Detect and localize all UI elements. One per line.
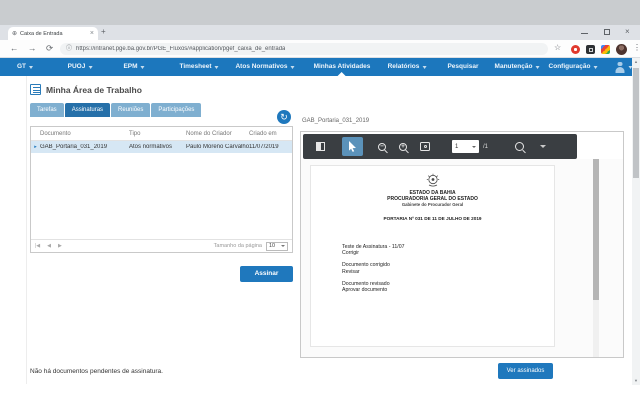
zoom-in-icon[interactable]: + bbox=[399, 142, 407, 151]
content-divider bbox=[26, 76, 27, 384]
nav-item-atos-normativos[interactable]: Atos Normativos bbox=[235, 58, 295, 76]
nav-item-gt[interactable]: GT bbox=[17, 58, 34, 76]
first-page-icon[interactable]: |◀ bbox=[35, 243, 40, 249]
window-close-button[interactable]: × bbox=[625, 28, 630, 36]
extension-color-icon[interactable] bbox=[601, 45, 610, 54]
chevron-down-icon bbox=[472, 145, 476, 148]
nav-item-user-menu[interactable] bbox=[614, 58, 633, 76]
previous-page-icon[interactable]: ◀ bbox=[47, 243, 51, 249]
nav-item-configuracao[interactable]: Configuração bbox=[549, 58, 598, 76]
browser-tab[interactable]: ⊕ Caixa de Entrada × bbox=[8, 27, 98, 40]
page-scrollbar-thumb[interactable] bbox=[633, 68, 639, 178]
row-selected-marker-icon: ▸ bbox=[34, 144, 37, 150]
site-info-icon[interactable]: ⓘ bbox=[66, 46, 72, 52]
pdf-subject-line: PORTARIA Nº 031 DE 11 DE JULHO DE 2019 bbox=[383, 216, 482, 221]
table-header-row: Documento Tipo Nome do Criador Criado em bbox=[31, 127, 292, 141]
active-menu-indicator bbox=[337, 72, 346, 76]
extension-red-icon[interactable] bbox=[571, 45, 580, 54]
nav-item-manutencao[interactable]: Manutenção bbox=[495, 58, 540, 76]
pointer-tool-icon[interactable] bbox=[342, 137, 363, 156]
chevron-down-icon bbox=[422, 65, 427, 69]
url-text: https://intranet.pge.ba.gov.br/PGE_Fluxo… bbox=[76, 46, 286, 52]
content-tabs: Tarefas Assinaturas Reuniões Participaçõ… bbox=[30, 103, 202, 117]
user-icon bbox=[614, 61, 626, 73]
scroll-up-arrow-icon[interactable]: ▲ bbox=[632, 59, 640, 64]
nav-item-relatorios[interactable]: Relatórios bbox=[388, 58, 427, 76]
page-title: Minha Área de Trabalho bbox=[46, 85, 142, 95]
cell-criado-em: 11/07/2019 bbox=[249, 144, 279, 150]
pdf-toolbar: − + 1 /1 bbox=[303, 134, 577, 159]
chevron-down-icon bbox=[214, 65, 219, 69]
column-header-documento: Documento bbox=[40, 130, 71, 137]
bookmark-star-icon[interactable]: ☆ bbox=[554, 44, 561, 52]
window-minimize-button[interactable] bbox=[581, 33, 588, 35]
cell-documento: GAB_Portaria_031_2019 bbox=[40, 144, 108, 150]
new-tab-button[interactable]: + bbox=[101, 28, 106, 36]
next-page-icon[interactable]: ▶ bbox=[58, 243, 62, 249]
chevron-down-icon bbox=[290, 65, 295, 69]
search-icon[interactable] bbox=[515, 142, 525, 151]
reload-button[interactable]: ⟳ bbox=[46, 44, 53, 53]
pending-documents-note: Não há documentos pendentes de assinatur… bbox=[30, 368, 163, 375]
chevron-down-icon bbox=[140, 65, 145, 69]
browser-menu-icon[interactable]: ⋮ bbox=[633, 44, 640, 52]
column-header-nome-do-criador: Nome do Criador bbox=[186, 130, 232, 137]
tab-reunioes[interactable]: Reuniões bbox=[111, 103, 151, 117]
tab-assinaturas[interactable]: Assinaturas bbox=[64, 103, 111, 117]
work-area-icon bbox=[30, 84, 41, 95]
tab-close-icon[interactable]: × bbox=[90, 30, 94, 37]
tab-participacoes[interactable]: Participações bbox=[151, 103, 202, 117]
browser-profile-avatar[interactable] bbox=[616, 44, 627, 55]
nav-item-pesquisar[interactable]: Pesquisar bbox=[447, 58, 478, 76]
pdf-scrollbar-thumb[interactable] bbox=[593, 159, 599, 300]
page-number-select[interactable]: 1 bbox=[452, 140, 479, 153]
table-row[interactable]: ▸ GAB_Portaria_031_2019 Atos normativos … bbox=[31, 141, 292, 153]
tab-title: Caixa de Entrada bbox=[20, 30, 63, 37]
cell-tipo: Atos normativos bbox=[129, 144, 173, 150]
print-icon[interactable] bbox=[420, 142, 430, 151]
page-total-label: /1 bbox=[483, 143, 489, 150]
chevron-down-icon bbox=[593, 65, 598, 69]
chevron-down-icon bbox=[29, 65, 34, 69]
nav-item-timesheet[interactable]: Timesheet bbox=[179, 58, 219, 76]
toolbar-more-chevron-icon[interactable] bbox=[540, 145, 547, 148]
nav-item-puoj[interactable]: PUOJ bbox=[68, 58, 93, 76]
pdf-page: ESTADO DA BAHIA PROCURADORIA GERAL DO ES… bbox=[310, 165, 555, 347]
sidebar-toggle-icon[interactable] bbox=[316, 142, 325, 151]
pdf-org-line3: Gabinete do Procurador Geral bbox=[401, 202, 464, 207]
url-input[interactable]: ⓘ https://intranet.pge.ba.gov.br/PGE_Flu… bbox=[60, 43, 548, 55]
chevron-down-icon bbox=[535, 65, 540, 69]
refresh-icon[interactable]: ↻ bbox=[277, 110, 291, 124]
column-header-tipo: Tipo bbox=[129, 130, 141, 137]
assinar-button[interactable]: Assinar bbox=[240, 266, 293, 282]
globe-icon: ⊕ bbox=[12, 30, 18, 37]
extension-dark-icon[interactable] bbox=[586, 45, 595, 54]
back-button[interactable]: ← bbox=[10, 44, 19, 53]
viewer-document-title: GAB_Portaria_031_2019 bbox=[302, 118, 370, 124]
page-number-value: 1 bbox=[455, 143, 459, 150]
scroll-down-arrow-icon[interactable]: ▼ bbox=[632, 378, 640, 383]
nav-item-minhas-atividades[interactable]: Minhas Atividades bbox=[314, 58, 370, 76]
documents-table: Documento Tipo Nome do Criador Criado em… bbox=[30, 126, 293, 253]
chevron-down-icon bbox=[281, 245, 285, 247]
page-size-value: 10 bbox=[269, 243, 276, 249]
page-size-label: Tamanho da página bbox=[213, 243, 262, 249]
cell-nome-do-criador: Paulo Moreno Carvalho bbox=[186, 144, 249, 150]
window-maximize-button[interactable] bbox=[604, 29, 610, 35]
app-navbar: GT PUOJ EPM Timesheet Atos Normativos Mi… bbox=[0, 58, 640, 76]
chevron-down-icon bbox=[88, 65, 93, 69]
table-pagination-bar: |◀ ◀ ▶ Tamanho da página 10 bbox=[31, 239, 292, 252]
ver-assinados-button[interactable]: Ver assinados bbox=[498, 363, 553, 379]
page-size-select[interactable]: 10 bbox=[266, 241, 288, 251]
zoom-out-icon[interactable]: − bbox=[378, 142, 386, 151]
nav-item-epm[interactable]: EPM bbox=[123, 58, 145, 76]
column-header-criado-em: Criado em bbox=[249, 130, 277, 137]
forward-button[interactable]: → bbox=[28, 44, 37, 53]
pdf-body-text: Teste de Assinatura - 11/07 Corrigir Doc… bbox=[342, 244, 405, 294]
tab-tarefas[interactable]: Tarefas bbox=[30, 103, 64, 117]
